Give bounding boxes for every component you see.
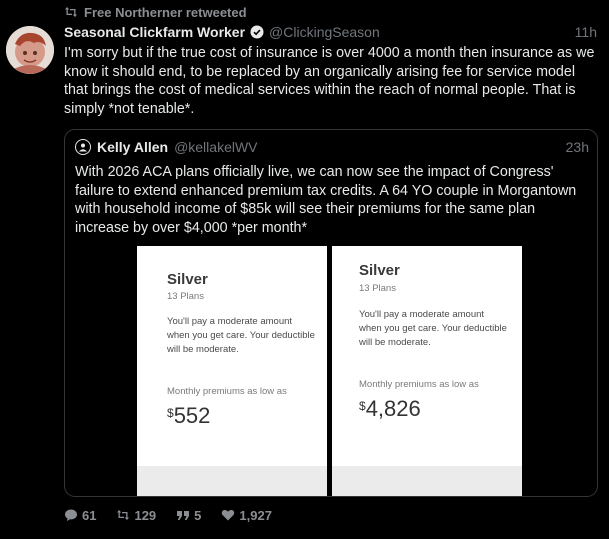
card-footer [137,466,327,496]
retweet-icon [116,508,130,522]
tweet-text: I'm sorry but if the true cost of insura… [64,45,595,117]
card-footer [332,466,522,496]
timestamp[interactable]: 11h [575,24,597,40]
plan-count: 13 Plans [359,283,396,294]
quote-handle[interactable]: @kellakelWV [174,139,257,155]
retweet-context: Free Northerner retweeted [64,4,247,20]
plan-tier: Silver [359,262,400,279]
quote-icon [176,508,190,522]
like-button[interactable]: 1,927 [221,508,272,523]
quote-display-name[interactable]: Kelly Allen [97,139,168,155]
verified-badge-icon [250,25,264,39]
heart-icon [221,508,235,522]
quote-button[interactable]: 5 [176,508,201,523]
handle[interactable]: @ClickingSeason [269,24,380,40]
plan-description: You'll pay a moderate amount when you ge… [167,316,315,355]
avatar[interactable] [6,26,54,74]
plan-card-before: Silver 13 Plans You'll pay a moderate am… [137,246,327,496]
premium-label: Monthly premiums as low as [359,379,479,390]
quote-text: With 2026 ACA plans officially live, we … [75,164,577,236]
premium-label: Monthly premiums as low as [167,386,287,397]
display-name[interactable]: Seasonal Clickfarm Worker [64,24,245,40]
action-bar: 61 129 5 1,927 [64,506,272,524]
premium-price: $ 552 [167,404,210,428]
plan-tier: Silver [167,271,208,288]
quoted-tweet[interactable]: Kelly Allen @kellakelWV 23h With 2026 AC… [64,129,598,497]
quote-header: Kelly Allen @kellakelWV 23h [75,138,589,156]
plan-description: You'll pay a moderate amount when you ge… [359,309,507,348]
plan-card-after: Silver 13 Plans You'll pay a moderate am… [332,246,522,496]
price-value: 4,826 [365,396,421,421]
quote-timestamp[interactable]: 23h [566,139,589,155]
premium-price: $ 4,826 [359,397,421,421]
like-count: 1,927 [239,507,272,523]
currency-symbol: $ [167,406,174,420]
quote-count: 5 [194,507,202,523]
quote-avatar[interactable] [75,139,91,155]
reply-count: 61 [82,507,97,523]
retweet-button[interactable]: 129 [116,508,156,523]
retweet-label[interactable]: Free Northerner retweeted [84,5,247,20]
currency-symbol: $ [359,399,366,413]
tweet-header: Seasonal Clickfarm Worker @ClickingSeaso… [64,23,597,41]
retweet-icon [64,5,78,19]
reply-button[interactable]: 61 [64,508,96,523]
reply-icon [64,508,78,522]
price-value: 552 [173,403,211,428]
plan-count: 13 Plans [167,291,204,302]
retweet-count: 129 [134,507,157,523]
quote-media-image[interactable]: Silver 13 Plans You'll pay a moderate am… [137,246,527,496]
